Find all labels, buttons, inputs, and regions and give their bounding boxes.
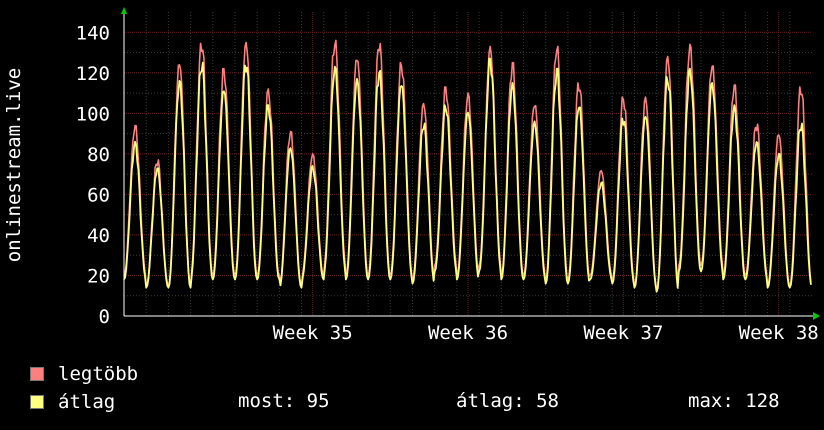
y-tick-label: 20 — [87, 265, 110, 287]
legend-swatch-max — [30, 367, 44, 381]
y-axis-label: onlinestream.live — [3, 68, 25, 262]
legend-item-avg: átlag — [30, 391, 115, 413]
stat-now: most: 95 — [238, 390, 330, 412]
x-tick-label: Week 35 — [273, 322, 353, 344]
y-tick-label: 80 — [87, 144, 110, 166]
legend-item-max: legtöbb — [30, 363, 138, 385]
chart: 0 20 40 60 80 100 120 140 Week 35 Week 36 Week 37 W… — [3, 7, 820, 344]
y-tick-label: 120 — [76, 63, 110, 85]
stat-max: max: 128 — [688, 390, 780, 412]
x-axis-arrow-icon — [813, 312, 820, 320]
legend-label-max: legtöbb — [58, 363, 139, 385]
y-tick-label: 140 — [76, 22, 110, 44]
series-layer — [123, 39, 812, 293]
x-tick-label: Week 38 — [739, 322, 819, 344]
y-tick-label: 100 — [76, 103, 110, 125]
x-tick-label: Week 36 — [428, 322, 508, 344]
axes — [121, 7, 820, 320]
y-tick-label: 40 — [87, 225, 110, 247]
y-tick-label: 0 — [99, 306, 110, 328]
y-tick-label: 60 — [87, 184, 110, 206]
x-tick-label: Week 37 — [583, 322, 663, 344]
stat-average: átlag: 58 — [456, 390, 559, 412]
legend-label-avg: átlag — [58, 391, 116, 413]
grid — [124, 12, 812, 316]
y-axis-arrow-icon — [121, 7, 127, 14]
legend-swatch-avg — [30, 395, 44, 409]
